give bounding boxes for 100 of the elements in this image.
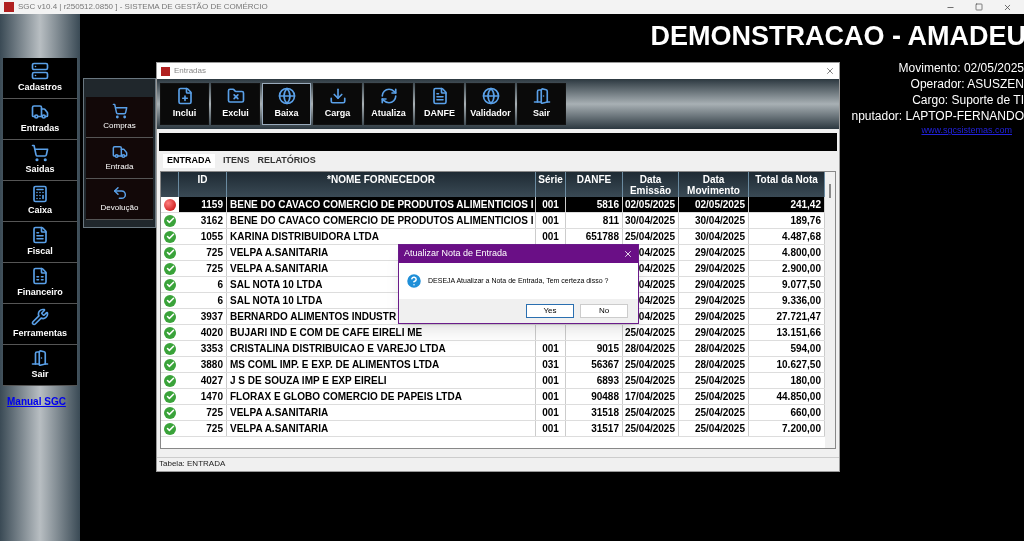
table-cell-text: 29/04/2025	[694, 326, 745, 340]
toolbar-button[interactable]: Validador	[466, 83, 515, 125]
table-cell-text: 3937	[200, 310, 223, 324]
table-cell-text: 29/04/2025	[694, 262, 745, 276]
table-row[interactable]: 1470 FLORAX E GLOBO COMERCIO DE PAPEIS LTDA 001 90488 17/04/2025 25/04/2025 44.850,00	[161, 389, 825, 405]
sidebar-item[interactable]: Financeiro	[3, 263, 77, 304]
table-cell-text: 31517	[591, 422, 619, 436]
submenu-item[interactable]: Devolução	[86, 179, 153, 220]
maximize-icon[interactable]	[975, 3, 983, 11]
table-cell-text: VELPA A.SANITARIA	[230, 246, 329, 260]
tab[interactable]: ENTRADA	[163, 154, 215, 168]
table-cell-text: 44.850,00	[776, 390, 821, 404]
table-cell-text: 25/04/2025	[624, 326, 675, 340]
table-row[interactable]: 3162 BENE DO CAVACO COMERCIO DE PRODUTOS ALIMENTICIOS I 001 811 30/04/2025 30/04/2025 189,76	[161, 213, 825, 229]
check-status-icon	[164, 310, 176, 323]
sidebar-item[interactable]: Fiscal	[3, 222, 77, 263]
table-row[interactable]: 725 VELPA A.SANITARIA 001 31518 25/04/2025 25/04/2025 660,00	[161, 405, 825, 421]
table-cell-text: 3162	[200, 214, 223, 228]
status-bar: Tabela: ENTRADA	[157, 457, 839, 471]
company-name: DEMONSTRACAO - AMADEU	[650, 20, 1024, 52]
info-text: Movimento: 02/05/2025	[898, 60, 1024, 76]
table-cell-text: 25/04/2025	[694, 390, 745, 404]
table-cell-text: FLORAX E GLOBO COMERCIO DE PAPEIS LTDA	[230, 390, 462, 404]
toolbar-button[interactable]: Baixa	[262, 83, 311, 125]
table-cell-text: 725	[206, 422, 223, 436]
sidebar-item[interactable]: Saidas	[3, 140, 77, 181]
dialog-button[interactable]: Yes	[526, 304, 574, 318]
sidebar-item[interactable]: Caixa	[3, 181, 77, 222]
table-cell-text: 25/04/2025	[624, 406, 675, 420]
table-cell-text: 30/04/2025	[694, 230, 745, 244]
table-cell-text: 4027	[200, 374, 223, 388]
table-cell-text: 9.336,00	[782, 294, 821, 308]
close-icon[interactable]	[1003, 2, 1012, 12]
table-cell-text: 25/04/2025	[624, 374, 675, 388]
check-status-icon	[164, 342, 176, 355]
table-cell-text: 90488	[591, 390, 619, 404]
table-row[interactable]: 4027 J S DE SOUZA IMP E EXP EIRELI 001 6893 25/04/2025 25/04/2025 180,00	[161, 373, 825, 389]
table-cell-text: 6	[217, 294, 223, 308]
table-cell-text: 6	[217, 278, 223, 292]
table-cell-text: 13.151,66	[776, 326, 821, 340]
toolbar-button[interactable]: Atualiza	[364, 83, 413, 125]
check-status-icon	[164, 262, 176, 275]
sidebar-item[interactable]: Sair	[3, 345, 77, 386]
dialog-button[interactable]: No	[580, 304, 628, 318]
table-cell-text: 29/04/2025	[694, 246, 745, 260]
delete-icon	[226, 87, 245, 106]
toolbar-button[interactable]: Inclui	[160, 83, 209, 125]
table-row[interactable]: 3880 MS COML IMP. E EXP. DE ALIMENTOS LTDA 031 56367 25/04/2025 28/04/2025 10.627,50	[161, 357, 825, 373]
submenu-item[interactable]: Entrada	[86, 138, 153, 179]
check-status-icon	[164, 406, 176, 419]
toolbar-button[interactable]: Carga	[313, 83, 362, 125]
table-cell-text: 1470	[200, 390, 223, 404]
table-cell-text: 660,00	[790, 406, 821, 420]
question-icon	[405, 272, 423, 290]
table-cell-text: 241,42	[790, 198, 821, 212]
fiscal-icon	[31, 225, 49, 244]
table-cell-text: 1159	[201, 198, 223, 212]
table-cell-text: 04/2025	[638, 262, 675, 276]
table-row[interactable]: 1055 KARINA DISTRIBUIDORA LTDA 001 651788 25/04/2025 30/04/2025 4.487,68	[161, 229, 825, 245]
dialog-title: Atualizar Nota de Entrada	[404, 247, 509, 261]
submenu-item[interactable]: Compras	[86, 97, 153, 138]
close-icon[interactable]	[825, 66, 835, 76]
check-status-icon	[164, 214, 176, 227]
check-status-icon	[164, 294, 176, 307]
tab[interactable]: ITENS	[223, 154, 250, 168]
table-cell-text: J S DE SOUZA IMP E EXP EIRELI	[230, 374, 387, 388]
table-row[interactable]: 4020 BUJARI IND E COM DE CAFE EIRELI ME 25/04/2025 29/04/2025 13.151,66	[161, 325, 825, 341]
pending-status-icon	[164, 198, 176, 211]
table-cell-text: 10.627,50	[776, 358, 821, 372]
table-cell-text: 811	[602, 214, 619, 228]
table-cell-text: VELPA A.SANITARIA	[230, 262, 329, 276]
tab[interactable]: RELATÓRIOS	[257, 154, 316, 168]
table-cell-text: 04/2025	[638, 294, 675, 308]
toolbar-button[interactable]: Exclui	[211, 83, 260, 125]
sidebar-item[interactable]: Cadastros	[3, 58, 77, 99]
table-cell-text: 001	[542, 374, 559, 388]
refresh-icon	[379, 87, 398, 106]
table-row[interactable]: 725 VELPA A.SANITARIA 001 31517 25/04/2025 25/04/2025 7.200,00	[161, 421, 825, 437]
close-icon[interactable]	[623, 249, 633, 259]
table-cell-text: 7.200,00	[782, 422, 821, 436]
register-icon	[31, 184, 49, 203]
doc-icon	[430, 87, 449, 106]
check-status-icon	[164, 358, 176, 371]
sidebar-item[interactable]: Entradas	[3, 99, 77, 140]
toolbar-button[interactable]: DANFE	[415, 83, 464, 125]
table-row[interactable]: 3353 CRISTALINA DISTRIBUICAO E VAREJO LTDA 001 9015 28/04/2025 28/04/2025 594,00	[161, 341, 825, 357]
table-cell-text: 031	[542, 358, 559, 372]
table-row[interactable]: 1159 BENE DO CAVACO COMERCIO DE PRODUTOS ALIMENTICIOS I 001 5816 02/05/2025 02/05/2025 241,42	[161, 197, 825, 213]
table-cell-text: 189,76	[790, 214, 821, 228]
table-cell-text: 31518	[591, 406, 619, 420]
table-cell-text: 4.487,68	[782, 230, 821, 244]
table-cell-text: KARINA DISTRIBUIDORA LTDA	[230, 230, 380, 244]
globe-icon	[481, 87, 500, 106]
table-cell-text: 001	[542, 342, 559, 356]
tools-icon	[31, 307, 49, 326]
app-icon	[161, 66, 170, 76]
toolbar-button[interactable]: Sair	[517, 83, 566, 125]
table-cell-text: 001	[542, 422, 559, 436]
sidebar-item[interactable]: Ferramentas	[3, 304, 77, 345]
finance-icon	[31, 266, 49, 285]
